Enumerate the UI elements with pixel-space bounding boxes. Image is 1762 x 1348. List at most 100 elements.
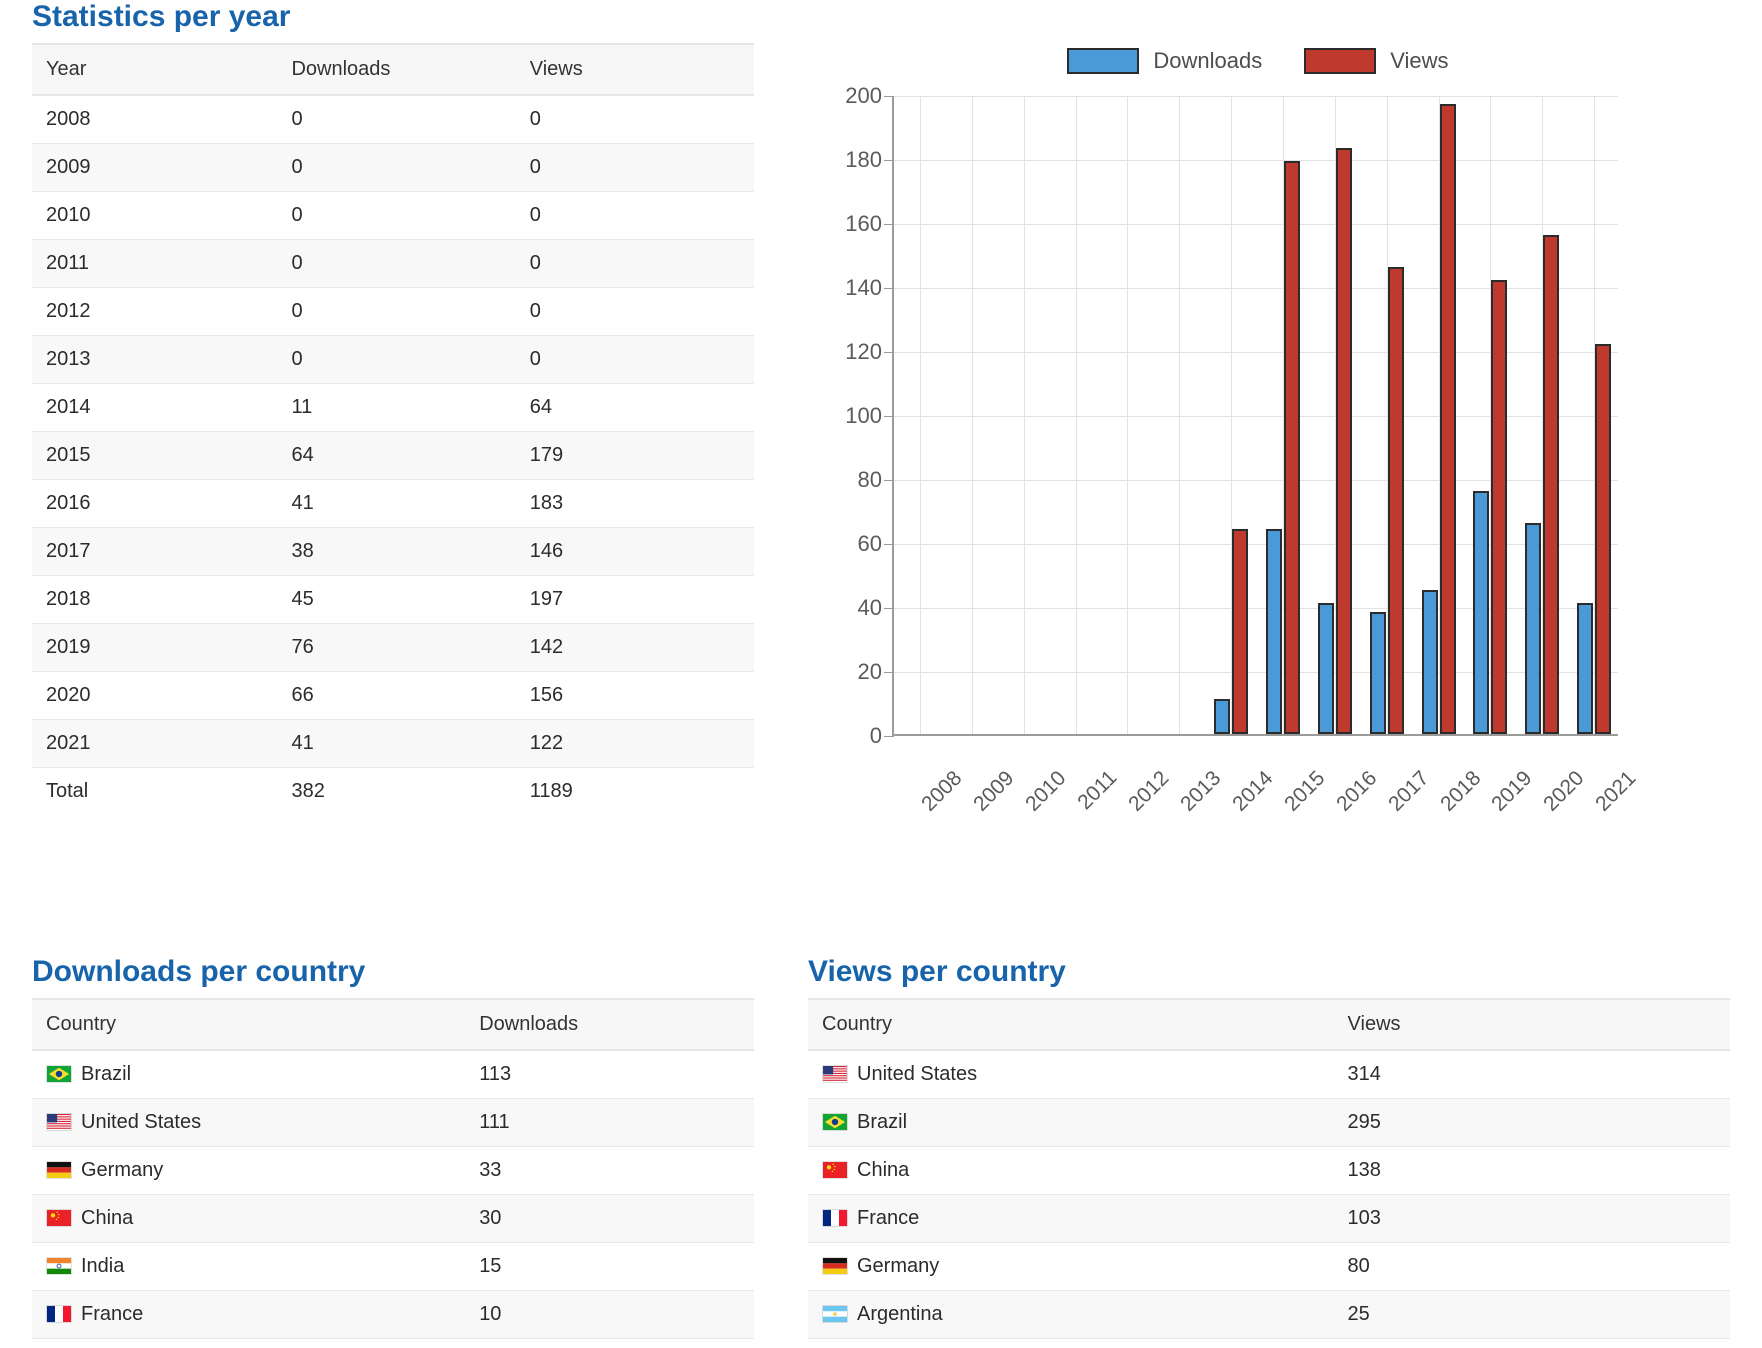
cell-downloads: 41 — [277, 479, 516, 528]
table-row: India 15 — [32, 1242, 754, 1291]
downloads-per-country-title: Downloads per country — [32, 955, 366, 988]
legend-swatch-views — [1304, 48, 1377, 74]
cell-downloads: 0 — [277, 335, 516, 384]
table-row: 2014 11 64 — [32, 383, 754, 432]
chart-bar-views[interactable] — [1283, 161, 1300, 734]
chart-x-tick-label: 2012 — [1124, 766, 1174, 816]
flag-icon-us — [822, 1065, 848, 1083]
chart-gridline — [894, 160, 1618, 161]
chart-legend: Downloads Views — [786, 48, 1730, 74]
cell-value: 25 — [1333, 1290, 1730, 1339]
cell-downloads: 0 — [277, 239, 516, 288]
chart-x-tick-label: 2009 — [968, 766, 1019, 816]
flag-icon-cn — [822, 1161, 848, 1179]
chart-bar-downloads[interactable] — [1473, 490, 1490, 734]
table-header-row: Year Downloads Views — [32, 43, 754, 96]
chart-gridline — [894, 544, 1618, 545]
table-row: UFRGS*10 — [32, 1338, 754, 1348]
country-label: China — [857, 1159, 910, 1181]
chart-gridline-vertical — [1075, 96, 1077, 734]
chart-y-tick-label: 200 — [845, 83, 894, 108]
cell-total-views: 1189 — [529, 780, 573, 802]
chart-gridline — [894, 416, 1618, 417]
cell-country: Brazil — [808, 1098, 1334, 1147]
table-row: 2009 0 0 — [32, 143, 754, 192]
chart-y-tick-label: 100 — [845, 403, 894, 428]
chart-x-tick-label: 2019 — [1487, 766, 1537, 816]
country-label: Brazil — [81, 1063, 132, 1085]
flag-icon-fr — [46, 1305, 72, 1323]
table-row: 2012 0 0 — [32, 287, 754, 336]
table-row: France 10 — [32, 1290, 754, 1339]
chart-y-tick-label: 120 — [845, 339, 894, 364]
cell-views: 0 — [515, 95, 754, 144]
cell-year: 2019 — [32, 623, 278, 672]
cell-country: United States — [32, 1098, 466, 1147]
chart-bar-views[interactable] — [1491, 279, 1508, 734]
chart-bar-downloads[interactable] — [1577, 602, 1594, 734]
flag-icon-de — [822, 1257, 848, 1275]
cell-downloads: 0 — [277, 191, 516, 240]
chart-bar-downloads[interactable] — [1421, 590, 1438, 734]
cell-country: India — [32, 1242, 466, 1291]
cell-year: 2016 — [32, 479, 278, 528]
chart-gridline-vertical — [971, 96, 973, 734]
cell-downloads: 41 — [277, 719, 516, 768]
cell-value: 138 — [1333, 1146, 1730, 1195]
chart-bar-downloads[interactable] — [1369, 612, 1386, 734]
legend-label-downloads: Downloads — [1153, 48, 1263, 73]
statistics-page: Statistics per year Year Downloads Views… — [0, 0, 1762, 1348]
table-row: 2015 64 179 — [32, 431, 754, 480]
cell-value: 10 — [465, 1290, 754, 1339]
cell-value: 15 — [465, 1242, 754, 1291]
cell-value: 25 — [1333, 1338, 1730, 1348]
cell-year: 2010 — [32, 191, 278, 240]
cell-country: Argentina — [808, 1290, 1334, 1339]
table-row: Sweden25 — [808, 1338, 1730, 1348]
cell-value: 111 — [465, 1098, 754, 1147]
cell-value: 30 — [465, 1194, 754, 1243]
chart-bar-views[interactable] — [1595, 343, 1612, 734]
table-row: 2011 0 0 — [32, 239, 754, 288]
chart-bar-views[interactable] — [1543, 234, 1560, 734]
statistics-per-year-table: Year Downloads Views 2008 0 0 2009 0 0 2010 0 0 2… — [32, 43, 754, 815]
cell-views: 197 — [515, 575, 754, 624]
cell-views: 183 — [515, 479, 754, 528]
cell-country: France — [32, 1290, 466, 1339]
cell-views: 0 — [515, 335, 754, 384]
cell-views: 0 — [515, 143, 754, 192]
table-row: 2017 38 146 — [32, 527, 754, 576]
cell-year: 2009 — [32, 143, 278, 192]
table-row: 2016 41 183 — [32, 479, 754, 528]
table-row: 2018 45 197 — [32, 575, 754, 624]
cell-country: Brazil — [32, 1050, 466, 1099]
chart-bar-views[interactable] — [1335, 148, 1352, 734]
chart-bar-views[interactable] — [1232, 529, 1249, 734]
downloads-per-country-table: Country Downloads Brazil 113 United States… — [32, 998, 754, 1348]
table-header-row: Country Downloads — [32, 998, 754, 1051]
cell-views: 179 — [515, 431, 754, 480]
table-row: United States 111 — [32, 1098, 754, 1147]
legend-item-views[interactable]: Views — [1304, 48, 1449, 74]
column-header-views: Views — [1333, 998, 1730, 1051]
table-row: United States 314 — [808, 1050, 1730, 1099]
table-total-row: Total 382 1189 — [32, 767, 754, 815]
chart-bar-downloads[interactable] — [1525, 522, 1542, 734]
chart-bar-downloads[interactable] — [1265, 529, 1282, 734]
chart-x-tick-label: 2008 — [917, 766, 967, 816]
chart-bar-views[interactable] — [1439, 103, 1456, 734]
legend-item-downloads[interactable]: Downloads — [1067, 48, 1262, 74]
column-header-country: Country — [808, 998, 1334, 1051]
chart-bar-views[interactable] — [1387, 266, 1404, 734]
cell-views: 122 — [515, 719, 754, 768]
cell-year: 2017 — [32, 527, 278, 576]
cell-country: United States — [808, 1050, 1334, 1099]
chart-gridline — [894, 352, 1618, 353]
table-row: Germany 33 — [32, 1146, 754, 1195]
table-row: 2008 0 0 — [32, 95, 754, 144]
flag-icon-us — [46, 1113, 72, 1131]
country-label: Argentina — [857, 1303, 943, 1325]
chart-bar-downloads[interactable] — [1317, 602, 1334, 734]
chart-bar-downloads[interactable] — [1214, 698, 1231, 734]
table-row: 2013 0 0 — [32, 335, 754, 384]
